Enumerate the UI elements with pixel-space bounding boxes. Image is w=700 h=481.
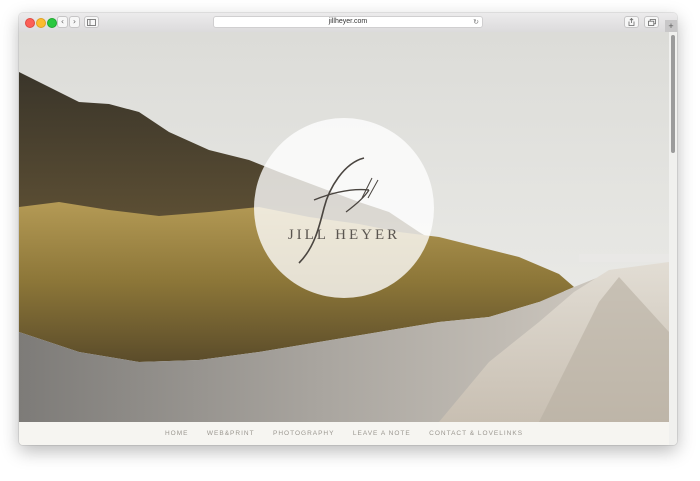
new-tab-button[interactable]: + — [665, 20, 677, 32]
share-button[interactable] — [624, 16, 639, 28]
address-bar[interactable]: jillheyer.com ↻ — [213, 16, 483, 28]
sidebar-button[interactable] — [84, 16, 99, 28]
browser-window: ‹ › jillheyer.com ↻ + JILL HEYER HOME WE… — [19, 13, 677, 445]
browser-toolbar: ‹ › jillheyer.com ↻ — [19, 13, 677, 33]
tabs-button[interactable] — [644, 16, 659, 28]
footer-nav: HOME WEB&PRINT PHOTOGRAPHY LEAVE A NOTE … — [19, 422, 669, 445]
forward-button[interactable]: › — [69, 16, 80, 28]
back-button[interactable]: ‹ — [57, 16, 68, 28]
reload-icon[interactable]: ↻ — [473, 17, 479, 27]
nav-leave-a-note[interactable]: LEAVE A NOTE — [353, 422, 411, 445]
logo-name: JILL HEYER — [287, 227, 401, 243]
close-window-button[interactable] — [25, 18, 35, 28]
tabs-icon — [647, 18, 656, 26]
nav-photography[interactable]: PHOTOGRAPHY — [273, 422, 334, 445]
nav-home[interactable]: HOME — [165, 422, 189, 445]
scrollbar-thumb[interactable] — [671, 35, 675, 153]
url-text: jillheyer.com — [328, 18, 368, 25]
chevron-left-icon: ‹ — [60, 17, 65, 26]
signature-logo-mark — [298, 157, 379, 264]
minimize-window-button[interactable] — [36, 18, 46, 28]
logo-circle[interactable] — [254, 118, 434, 298]
nav-web-print[interactable]: WEB&PRINT — [207, 422, 255, 445]
plus-icon: + — [668, 21, 674, 31]
maximize-window-button[interactable] — [47, 18, 57, 28]
nav-contact-lovelinks[interactable]: CONTACT & LOVELINKS — [429, 422, 523, 445]
share-icon — [628, 17, 635, 26]
chevron-right-icon: › — [72, 17, 77, 26]
sidebar-icon — [87, 18, 96, 26]
